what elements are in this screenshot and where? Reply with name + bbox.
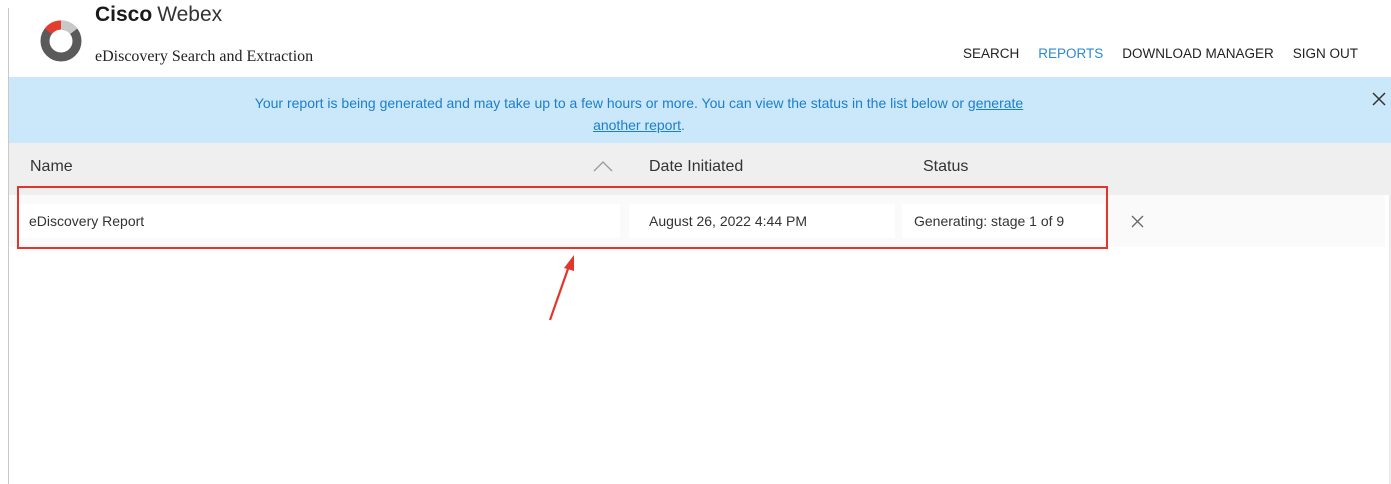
generate-link-part-1[interactable]: generate	[968, 95, 1023, 111]
row-date-cell: August 26, 2022 4:44 PM	[629, 204, 895, 238]
banner-text-after: .	[681, 117, 685, 133]
row-name[interactable]: eDiscovery Report	[29, 213, 144, 229]
top-nav: SEARCH REPORTS DOWNLOAD MANAGER SIGN OUT	[963, 46, 1358, 61]
generate-link-part-2[interactable]: another report	[593, 117, 681, 133]
table-row[interactable]: eDiscovery Report August 26, 2022 4:44 P…	[9, 195, 1385, 247]
cisco-webex-logo-icon	[40, 20, 82, 62]
chevron-up-icon[interactable]	[592, 159, 614, 173]
row-name-cell: eDiscovery Report	[17, 204, 620, 238]
app-header: Cisco Webex eDiscovery Search and Extract…	[9, 0, 1391, 77]
nav-reports[interactable]: REPORTS	[1038, 46, 1103, 61]
banner-message: Your report is being generated and may t…	[144, 92, 1134, 136]
brand-subtitle: eDiscovery Search and Extraction	[95, 48, 314, 65]
nav-search[interactable]: SEARCH	[963, 46, 1019, 61]
brand-title: Cisco Webex	[95, 3, 222, 27]
row-date: August 26, 2022 4:44 PM	[649, 213, 807, 229]
row-status-cell: Generating: stage 1 of 9	[902, 204, 1104, 238]
annotation-arrow-icon	[548, 255, 574, 321]
column-header-status[interactable]: Status	[923, 158, 968, 176]
nav-download-manager[interactable]: DOWNLOAD MANAGER	[1122, 46, 1274, 61]
table-header: Name Date Initiated Status	[9, 143, 1391, 195]
banner-text-before: Your report is being generated and may t…	[254, 95, 968, 111]
row-status: Generating: stage 1 of 9	[914, 213, 1065, 229]
column-header-date[interactable]: Date Initiated	[649, 158, 743, 176]
brand-name-rest: Webex	[157, 3, 223, 26]
info-banner: Your report is being generated and may t…	[9, 77, 1391, 143]
nav-sign-out[interactable]: SIGN OUT	[1293, 46, 1358, 61]
brand-name-bold: Cisco	[95, 3, 153, 26]
column-header-name[interactable]: Name	[30, 158, 73, 176]
close-icon[interactable]	[1130, 214, 1145, 229]
close-icon[interactable]	[1371, 91, 1387, 107]
